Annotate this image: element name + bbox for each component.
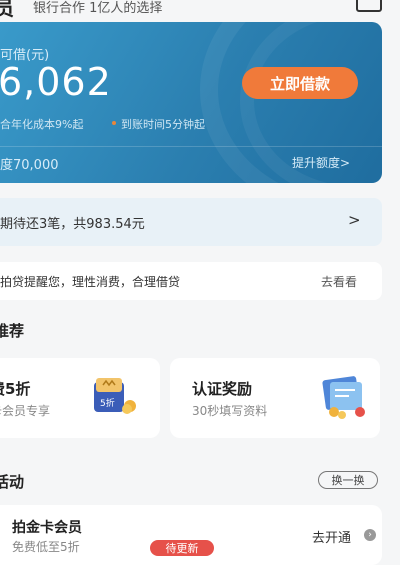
- credit-limit: 度70,000: [0, 158, 59, 173]
- message-icon[interactable]: [356, 0, 382, 12]
- repayment-bar[interactable]: 期待还3笔，共983.54元 >: [0, 198, 382, 246]
- certification-reward-tile[interactable]: 认证奖励 30秒填写资料: [170, 358, 380, 438]
- activity-section-title: 活动: [0, 473, 25, 491]
- loan-card: 可借(元) 6,062 合年化成本9%起 到账时间5分钟起 立即借款 度70,0…: [0, 22, 382, 183]
- refresh-button[interactable]: 换一换: [318, 471, 378, 489]
- certificate-icon: [322, 376, 365, 419]
- activity-item[interactable]: 拍金卡会员 免费低至5折 待更新 去开通 ›: [0, 505, 382, 565]
- dot-icon: [112, 121, 116, 125]
- reminder-text: 拍贷提醒您，理性消费，合理借贷: [0, 275, 181, 289]
- discount-badge: 5折: [100, 397, 115, 409]
- open-link[interactable]: 去开通: [312, 527, 351, 546]
- status-badge: 待更新: [150, 540, 214, 556]
- arrival-note: 到账时间5分钟起: [121, 118, 205, 131]
- chevron-right-icon: ›: [364, 529, 376, 541]
- repayment-text: 期待还3笔，共983.54元: [0, 217, 145, 232]
- recommend-section-title: 推荐: [0, 322, 25, 340]
- card-divider: [0, 146, 382, 147]
- chevron-right-icon: >: [348, 211, 361, 229]
- tile-subtitle: 30秒填写资料: [192, 404, 268, 418]
- activity-title: 拍金卡会员: [12, 520, 82, 536]
- tile-title: 认证奖励: [192, 380, 253, 398]
- available-amount: 6,062: [0, 60, 112, 104]
- tagline: 银行合作 1亿人的选择: [33, 1, 163, 16]
- reminder-bar: 拍贷提醒您，理性消费，合理借贷 去看看: [0, 262, 382, 300]
- gift-box-icon: 5折: [94, 378, 136, 414]
- reminder-link[interactable]: 去看看: [321, 273, 357, 290]
- page-title: 员: [0, 0, 14, 20]
- activity-subtitle: 免费低至5折: [12, 540, 80, 554]
- member-discount-tile[interactable]: 费5折 卡会员专享 5折: [0, 358, 160, 438]
- borrow-now-button[interactable]: 立即借款: [242, 67, 358, 99]
- tile-subtitle: 卡会员专享: [0, 404, 51, 418]
- tile-title: 费5折: [0, 380, 31, 398]
- rate-note: 合年化成本9%起: [0, 118, 84, 131]
- raise-limit-link[interactable]: 提升额度>: [292, 154, 350, 171]
